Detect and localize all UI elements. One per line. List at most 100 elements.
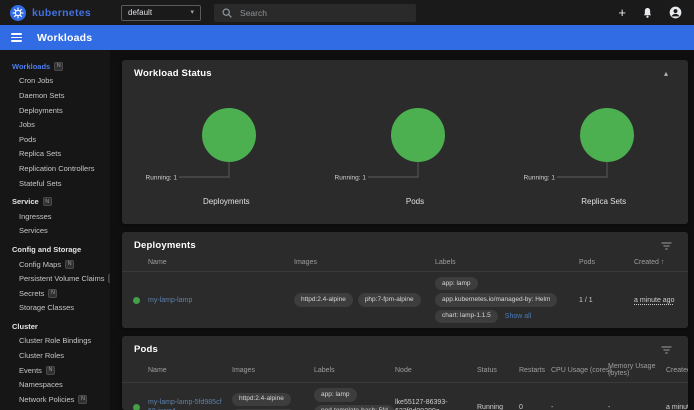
column-header-status[interactable]: Status [477,367,519,374]
status-ok-dot [133,297,140,304]
filter-icon[interactable] [661,242,672,250]
pod-status: Running [477,404,519,410]
column-header-images[interactable]: Images [232,367,314,374]
chart-label: Pods [406,197,424,206]
brand[interactable]: kubernetes [10,5,91,21]
sidebar-item-replication-controllers[interactable]: Replication Controllers [0,161,110,176]
brand-title: kubernetes [32,7,91,19]
column-header-pods[interactable]: Pods [579,259,634,266]
column-header-labels[interactable]: Labels [314,367,395,374]
sidebar-item-namespaces[interactable]: Namespaces [0,377,110,392]
column-header-restarts[interactable]: Restarts [519,367,551,374]
sidebar-item-cluster-role-bindings[interactable]: Cluster Role Bindings [0,334,110,349]
chart-annotation: Running: 1 [146,174,178,181]
namespaced-badge-icon: N [65,260,74,269]
column-header-node[interactable]: Node [395,367,477,374]
search-box[interactable] [214,4,416,22]
sidebar-item-secrets[interactable]: Secrets N [0,286,110,301]
pod-memory-usage: - [608,404,666,410]
column-header-cpu-usage[interactable]: CPU Usage (cores) [551,367,608,374]
column-header-name[interactable]: Name [148,367,232,374]
sidebar-item-service[interactable]: Service N [0,194,110,209]
label-chip: chart: lamp-1.1.5 [435,310,498,323]
sidebar-item-stateful-sets[interactable]: Stateful Sets [0,176,110,191]
sidebar-item-cluster-roles[interactable]: Cluster Roles [0,348,110,363]
sidebar-item-pods[interactable]: Pods [0,132,110,147]
sidebar-item-storage-classes[interactable]: Storage Classes [0,301,110,316]
replica-sets-donut-chart: Running: 1 [509,97,679,191]
column-header-created[interactable]: Created ↑ [634,259,688,266]
main-content: Workload Status ▴ Running: 1 Deployments [110,50,694,410]
pod-cpu-usage: - [551,404,608,410]
chart-annotation: Running: 1 [335,174,367,181]
pods-table-header: Name Images Labels Node Status Restarts … [122,359,688,383]
sidebar-item-cluster[interactable]: Cluster [0,319,110,334]
create-resource-button[interactable]: + [618,6,626,19]
sidebar-item-jobs[interactable]: Jobs [0,117,110,132]
filter-icon[interactable] [661,346,672,354]
sidebar-item-ingresses[interactable]: Ingresses [0,209,110,224]
chart-label: Replica Sets [581,197,626,206]
image-chip: httpd:2.4-alpine [294,293,353,306]
namespaced-badge-icon: N [48,289,57,298]
pods-status-chart: Running: 1 Pods [311,83,500,206]
namespace-selector[interactable]: default ▾ [121,5,201,21]
pods-title: Pods [134,344,158,355]
deployments-status-chart: Running: 1 Deployments [122,83,311,206]
sidebar-item-cron-jobs[interactable]: Cron Jobs [0,74,110,89]
pod-restarts: 0 [519,404,551,410]
search-icon [222,8,232,18]
column-header-name[interactable]: Name [148,259,294,266]
node-name: lke55127-86393-622f8d09399a [395,398,477,410]
deployments-card: Deployments Name Images Labels Pods Crea… [122,232,688,328]
menu-hamburger-icon[interactable] [11,33,22,42]
label-chip: app: lamp [314,388,357,401]
workload-status-card: Workload Status ▴ Running: 1 Deployments [122,60,688,224]
chevron-down-icon: ▾ [191,9,195,16]
sidebar-item-network-policies[interactable]: Network Policies N [0,392,110,407]
label-chip: app.kubernetes.io/managed-by: Helm [435,293,557,306]
sidebar-item-persistent-volume-claims[interactable]: Persistent Volume Claims N [0,271,110,286]
deployments-table-header: Name Images Labels Pods Created ↑ [122,255,688,272]
deployments-donut-chart: Running: 1 [131,97,301,191]
sidebar-item-config-and-storage[interactable]: Config and Storage [0,242,110,257]
page-title: Workloads [37,32,92,44]
created-timestamp: a minute ago [666,404,688,410]
sidebar-item-daemon-sets[interactable]: Daemon Sets [0,88,110,103]
namespaced-badge-icon: N [46,366,55,375]
notifications-bell-icon[interactable] [642,7,653,19]
pods-ratio: 1 / 1 [579,297,634,304]
sidebar-item-events[interactable]: Events N [0,363,110,378]
kubernetes-dashboard: kubernetes default ▾ + [0,0,694,410]
show-all-link[interactable]: Show all [505,313,531,320]
deployments-title: Deployments [134,240,196,251]
label-chip: pod-template-hash: 5fd985cf68 [314,405,395,410]
pods-donut-chart: Running: 1 [320,97,490,191]
collapse-card-icon[interactable]: ▴ [664,70,668,78]
namespaced-badge-icon: N [54,62,63,71]
sidebar-item-deployments[interactable]: Deployments [0,103,110,118]
pod-row: my-lamp-lamp-5fd985cf68-jwvz4 httpd:2.4-… [122,383,688,410]
column-header-created[interactable]: Created ↑ [666,367,688,374]
app-bar: Workloads [0,25,694,50]
label-chip: app: lamp [435,277,478,290]
replica-sets-status-chart: Running: 1 Replica Sets [499,83,688,206]
top-bar: kubernetes default ▾ + [0,0,694,25]
column-header-labels[interactable]: Labels [435,259,579,266]
pod-name-link[interactable]: my-lamp-lamp-5fd985cf68-jwvz4 [148,398,232,410]
column-header-memory-usage[interactable]: Memory Usage (bytes) [608,363,666,377]
column-header-images[interactable]: Images [294,259,435,266]
namespace-value: default [128,8,152,17]
sidebar-nav: Workloads N Cron Jobs Daemon Sets Deploy… [0,50,110,410]
sort-ascending-icon: ↑ [661,259,665,266]
deployment-name-link[interactable]: my-lamp-lamp [148,297,294,304]
sidebar-item-workloads[interactable]: Workloads N [0,59,110,74]
sidebar-item-config-maps[interactable]: Config Maps N [0,257,110,272]
status-ok-dot [133,404,140,410]
namespaced-badge-icon: N [43,197,52,206]
user-profile-icon[interactable] [669,6,682,19]
created-timestamp: a minute ago [634,297,688,304]
sidebar-item-replica-sets[interactable]: Replica Sets [0,147,110,162]
search-input[interactable] [240,8,408,18]
sidebar-item-services[interactable]: Services [0,224,110,239]
